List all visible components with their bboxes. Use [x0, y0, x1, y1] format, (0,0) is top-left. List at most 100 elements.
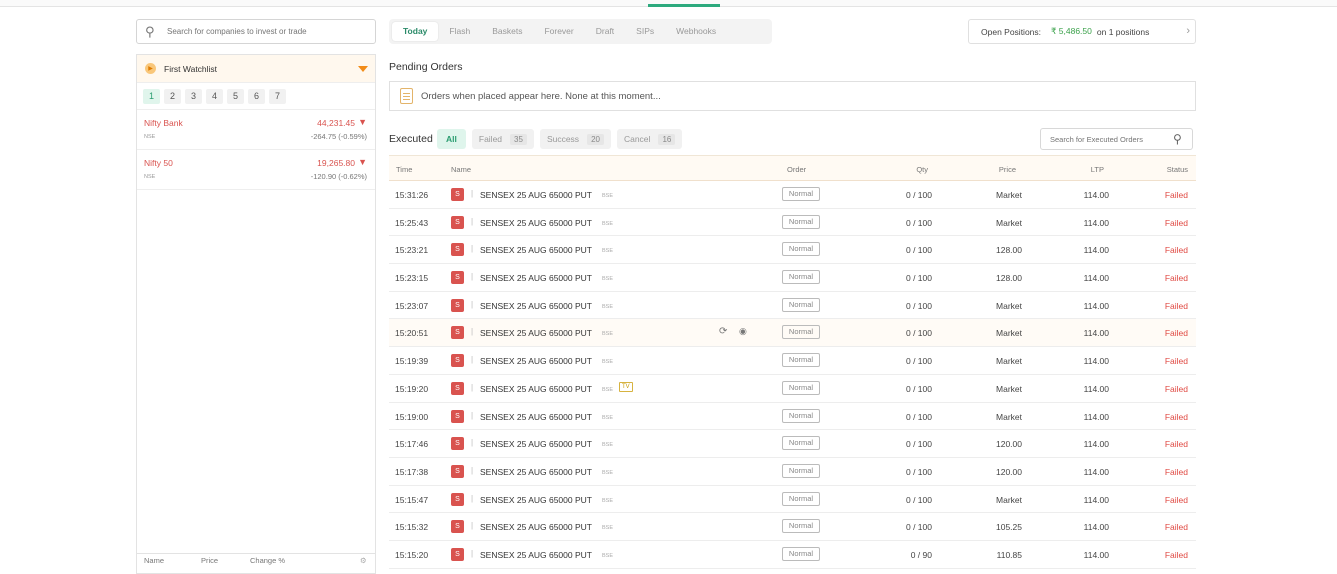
order-time: 15:15:32 [395, 522, 429, 533]
tab-forever[interactable]: Forever [533, 22, 584, 41]
order-price: Market [996, 383, 1022, 394]
col-status[interactable]: Status [1167, 165, 1188, 174]
company-search-box[interactable]: ⚲ [136, 19, 376, 44]
tab-today[interactable]: Today [392, 22, 439, 41]
separator: | [471, 189, 474, 198]
watchlist-item[interactable]: Nifty Bank NSE 44,231.45 ▼ -264.75 (-0.5… [137, 110, 375, 150]
filter-failed[interactable]: Failed 35 [471, 129, 534, 149]
footer-price-label[interactable]: Price [201, 556, 250, 565]
order-type: Normal [782, 187, 820, 201]
order-qty: 0 / 100 [906, 217, 932, 228]
tv-tag: TV [619, 381, 633, 392]
order-time: 15:19:20 [395, 383, 429, 394]
eye-icon[interactable]: ◉ [739, 326, 747, 337]
order-ltp: 114.00 [1083, 300, 1109, 311]
open-positions-card[interactable]: Open Positions: ₹ 5,486.50 on 1 position… [968, 19, 1196, 44]
table-row[interactable]: 15:15:32 S | SENSEX 25 AUG 65000 PUT BSE Norm… [389, 513, 1196, 541]
company-search-input[interactable] [167, 27, 367, 36]
executed-search-input[interactable] [1050, 134, 1170, 144]
order-ltp: 114.00 [1083, 494, 1109, 505]
order-ltp: 114.00 [1083, 411, 1109, 422]
watchlist-tab-5[interactable]: 5 [227, 89, 244, 104]
table-row[interactable]: 15:15:20 S | SENSEX 25 AUG 65000 PUT BSE Norm… [389, 541, 1196, 569]
table-row[interactable]: 15:31:26 S | SENSEX 25 AUG 65000 PUT BSE Norm… [389, 181, 1196, 209]
col-price[interactable]: Price [999, 165, 1016, 174]
order-qty: 0 / 100 [906, 245, 932, 256]
col-name[interactable]: Name [451, 165, 471, 174]
instrument-exchange: BSE [602, 248, 614, 255]
executed-search-box[interactable]: ⚲ [1040, 128, 1193, 150]
tab-baskets[interactable]: Baskets [481, 22, 533, 41]
watchlist-items: Nifty Bank NSE 44,231.45 ▼ -264.75 (-0.5… [137, 109, 375, 190]
tab-webhooks[interactable]: Webhooks [665, 22, 727, 41]
separator: | [471, 548, 474, 558]
filter-success[interactable]: Success 20 [539, 129, 611, 149]
watchlist-tab-2[interactable]: 2 [164, 89, 181, 104]
filter-all[interactable]: All [437, 129, 466, 149]
watchlist-panel: ▶ First Watchlist 1 2 3 4 5 6 7 Nifty Ba… [136, 54, 376, 574]
executed-title: Executed [389, 133, 433, 145]
order-time: 15:19:00 [395, 411, 429, 422]
table-row[interactable]: 15:23:21 S | SENSEX 25 AUG 65000 PUT BSE Norm… [389, 236, 1196, 265]
table-row[interactable]: 15:19:20 S | SENSEX 25 AUG 65000 PUT BSE TV No… [389, 375, 1196, 403]
sell-badge: S [451, 271, 464, 285]
table-row[interactable]: 15:23:15 S | SENSEX 25 AUG 65000 PUT BSE Norm… [389, 264, 1196, 292]
order-qty: 0 / 100 [906, 383, 932, 394]
table-row[interactable]: 15:23:07 S | SENSEX 25 AUG 65000 PUT BSE Norm… [389, 292, 1196, 320]
footer-change-label[interactable]: Change % [250, 556, 360, 565]
table-row[interactable]: 15:17:46 S | SENSEX 25 AUG 65000 PUT BSE Norm… [389, 430, 1196, 458]
open-positions-label: Open Positions: [981, 26, 1042, 37]
chevron-right-icon[interactable]: › [1186, 25, 1190, 37]
col-qty[interactable]: Qty [916, 165, 928, 174]
tab-flash[interactable]: Flash [438, 22, 481, 41]
order-type: Normal [782, 214, 820, 229]
filter-cancel[interactable]: Cancel 16 [616, 129, 683, 149]
table-row[interactable]: 15:25:43 S | SENSEX 25 AUG 65000 PUT BSE Norm… [389, 209, 1196, 237]
col-order[interactable]: Order [787, 165, 806, 174]
table-row[interactable]: 15:19:39 S | SENSEX 25 AUG 65000 PUT BSE Norm… [389, 347, 1196, 375]
watchlist-tab-4[interactable]: 4 [206, 89, 223, 104]
search-icon[interactable]: ⚲ [1173, 132, 1182, 146]
instrument-price: 44,231.45 [317, 118, 355, 128]
footer-name-label[interactable]: Name [144, 556, 201, 565]
watchlist-tab-7[interactable]: 7 [269, 89, 286, 104]
separator: | [471, 410, 474, 420]
order-qty: 0 / 90 [910, 549, 932, 560]
filter-success-label: Success [546, 134, 580, 144]
table-row[interactable]: 15:15:47 S | SENSEX 25 AUG 65000 PUT BSE Norm… [389, 486, 1196, 514]
separator: | [471, 465, 474, 475]
chevron-down-icon[interactable] [358, 65, 368, 72]
order-ltp: 114.00 [1083, 549, 1109, 560]
order-time: 15:15:47 [395, 494, 429, 505]
sell-badge: S [451, 437, 464, 451]
order-qty: 0 / 100 [906, 439, 932, 450]
order-ltp: 114.00 [1083, 217, 1109, 228]
table-row[interactable]: 15:17:38 S | SENSEX 25 AUG 65000 PUT BSE Norm… [389, 458, 1196, 486]
filter-success-count: 20 [587, 133, 604, 145]
table-row[interactable]: 15:20:51 S | SENSEX 25 AUG 65000 PUT BSE ⟳ ◉ No… [389, 319, 1196, 348]
watchlist-header[interactable]: ▶ First Watchlist [137, 55, 375, 83]
col-ltp[interactable]: LTP [1091, 165, 1104, 174]
instrument-name: SENSEX 25 AUG 65000 PUT [480, 439, 592, 450]
tab-draft[interactable]: Draft [585, 22, 625, 41]
order-qty: 0 / 100 [906, 466, 932, 477]
refresh-icon[interactable]: ⟳ [719, 326, 727, 337]
settings-icon[interactable]: ⚙ [360, 556, 367, 565]
instrument-exchange: BSE [602, 220, 614, 227]
separator: | [471, 327, 474, 337]
open-positions-amount: ₹ 5,486.50 [1051, 26, 1092, 36]
watchlist-tab-1[interactable]: 1 [143, 89, 160, 104]
down-arrow-icon: ▼ [358, 157, 367, 167]
order-ltp: 114.00 [1083, 383, 1109, 394]
search-icon: ⚲ [145, 23, 155, 39]
document-icon [400, 88, 413, 104]
tab-sips[interactable]: SIPs [625, 22, 665, 41]
order-time: 15:19:39 [395, 356, 429, 367]
instrument-name: SENSEX 25 AUG 65000 PUT [480, 300, 592, 311]
table-row[interactable]: 15:19:00 S | SENSEX 25 AUG 65000 PUT BSE Norm… [389, 403, 1196, 431]
watchlist-tab-3[interactable]: 3 [185, 89, 202, 104]
col-time[interactable]: Time [396, 165, 412, 174]
order-time: 15:15:20 [395, 549, 429, 560]
watchlist-tab-6[interactable]: 6 [248, 89, 265, 104]
watchlist-item[interactable]: Nifty 50 NSE 19,265.80 ▼ -120.90 (-0.62%… [137, 150, 375, 190]
